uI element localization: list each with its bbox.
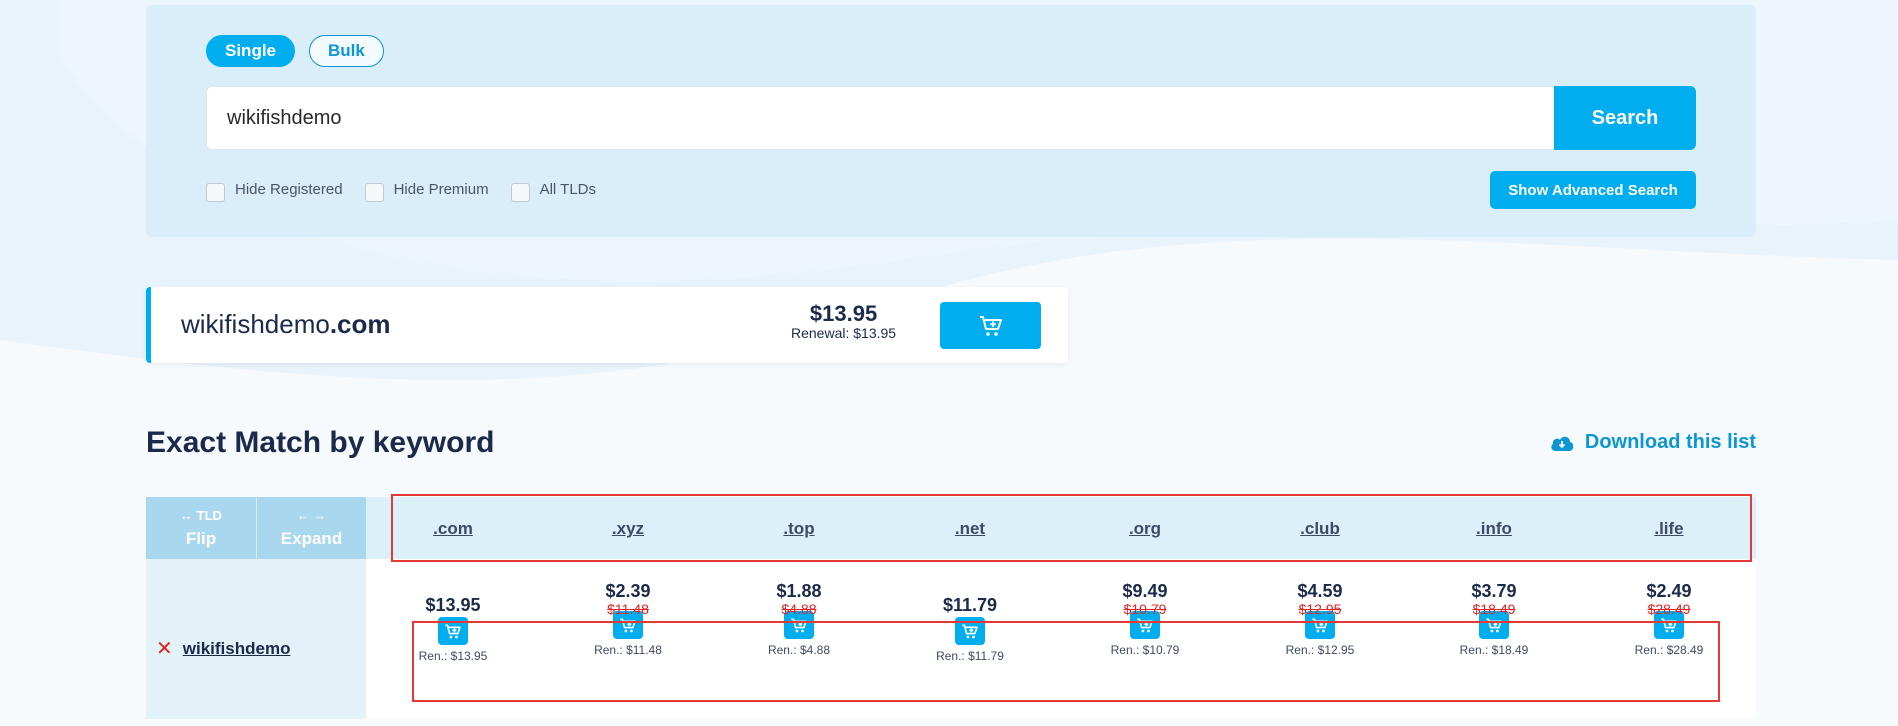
hide-registered-checkbox[interactable] xyxy=(206,183,225,202)
flip-arrows: ↔ TLD xyxy=(180,507,222,523)
tld-column-header[interactable]: .club xyxy=(1250,519,1390,539)
tld-column-header[interactable]: .xyz xyxy=(558,519,698,539)
filters: Hide Registered Hide Premium All TLDs xyxy=(206,177,596,202)
tld-price-cell: $3.79 $18.49 Ren.: $18.49 xyxy=(1424,581,1564,657)
renewal-price: Ren.: $18.49 xyxy=(1459,643,1529,657)
tld-results-table: ↔ TLD Flip ← → Expand ✕ wikifishdemo .co… xyxy=(146,497,1756,719)
tld-header-row: .com .xyz .top .net .org .club .info .life xyxy=(366,497,1756,559)
tld-price-cell: $9.49 $10.79 Ren.: $10.79 xyxy=(1075,581,1215,657)
tld-flip-button[interactable]: ↔ TLD Flip xyxy=(146,497,256,559)
old-price: $10.79 xyxy=(1123,601,1167,617)
old-price: $11.48 xyxy=(607,601,649,617)
add-to-cart-button[interactable] xyxy=(955,617,985,645)
price: $9.49 xyxy=(1122,581,1168,601)
filter-hide-premium[interactable]: Hide Premium xyxy=(364,177,489,202)
cart-plus-icon xyxy=(1486,617,1502,632)
featured-domain-tld: .com xyxy=(329,309,391,339)
expand-label: Expand xyxy=(280,528,343,548)
tld-column-header[interactable]: .top xyxy=(729,519,869,539)
cart-plus-icon xyxy=(1137,617,1153,632)
filter-label: All TLDs xyxy=(539,181,596,198)
download-list-link[interactable]: Download this list xyxy=(1549,431,1756,454)
old-price: $28.49 xyxy=(1647,601,1691,617)
flip-label: Flip xyxy=(185,528,217,548)
price: $4.59 xyxy=(1297,581,1343,601)
price: $1.88 xyxy=(776,581,822,601)
renewal-price: Ren.: $12.95 xyxy=(1285,643,1355,657)
old-price: $4.88 xyxy=(781,601,817,617)
tld-price-cell: $11.79 Ren.: $11.79 xyxy=(900,595,1040,663)
renewal-price: Ren.: $28.49 xyxy=(1634,643,1704,657)
renewal-price: Ren.: $10.79 xyxy=(1110,643,1180,657)
mode-single-button[interactable]: Single xyxy=(206,35,296,67)
cart-plus-icon xyxy=(962,623,978,638)
table-controls: ↔ TLD Flip ← → Expand xyxy=(146,497,366,559)
price: $2.39 xyxy=(605,581,651,601)
tld-price-row: $13.95 Ren.: $13.95 $2.39 $11.48 Ren.: $11.4… xyxy=(366,559,1756,719)
tld-price-cell: $2.39 $11.48 Ren.: $11.48 xyxy=(558,581,698,657)
featured-add-to-cart-button[interactable] xyxy=(940,302,1041,349)
search-button[interactable]: Search xyxy=(1554,86,1696,150)
filter-hide-registered[interactable]: Hide Registered xyxy=(206,177,343,202)
cart-plus-icon xyxy=(620,617,636,632)
featured-renewal: Renewal: $13.95 xyxy=(791,325,897,341)
cart-plus-icon xyxy=(791,617,807,632)
expand-arrows: ← → xyxy=(296,507,327,523)
add-to-cart-button[interactable] xyxy=(438,617,468,645)
tld-price-cell: $4.59 $12.95 Ren.: $12.95 xyxy=(1250,581,1390,657)
download-label: Download this list xyxy=(1584,431,1756,453)
renewal-price: Ren.: $13.95 xyxy=(418,649,488,663)
cart-plus-icon xyxy=(979,315,1002,336)
renewal-price: Ren.: $11.79 xyxy=(936,649,1004,663)
search-row: Search xyxy=(206,86,1696,150)
unavailable-icon: ✕ xyxy=(156,638,173,660)
section-title: Exact Match by keyword xyxy=(146,426,495,459)
tld-price-cell: $2.49 $28.49 Ren.: $28.49 xyxy=(1599,581,1739,657)
price: $11.79 xyxy=(942,595,998,615)
search-input[interactable] xyxy=(206,86,1554,150)
mode-toggle: Single Bulk xyxy=(206,35,384,67)
row-header: ✕ wikifishdemo xyxy=(146,559,366,719)
all-tlds-checkbox[interactable] xyxy=(510,183,530,202)
filter-all-tlds[interactable]: All TLDs xyxy=(510,177,596,202)
hide-premium-checkbox[interactable] xyxy=(364,183,384,202)
search-panel: Single Bulk Search Hide Registered Hide … xyxy=(146,5,1756,237)
featured-price-block: $13.95 Renewal: $13.95 xyxy=(791,301,897,342)
tld-column-header[interactable]: .net xyxy=(900,519,1040,539)
tld-column-header[interactable]: .com xyxy=(383,519,523,539)
filter-label: Hide Registered xyxy=(235,181,343,198)
tld-column-header[interactable]: .life xyxy=(1599,519,1739,539)
price: $3.79 xyxy=(1471,581,1517,601)
tld-column-header[interactable]: .org xyxy=(1075,519,1215,539)
expand-button[interactable]: ← → Expand xyxy=(256,497,366,559)
price: $13.95 xyxy=(425,595,481,615)
show-advanced-search-button[interactable]: Show Advanced Search xyxy=(1490,171,1696,209)
old-price: $18.49 xyxy=(1472,601,1516,617)
tld-price-cell: $1.88 $4.88 Ren.: $4.88 xyxy=(729,581,869,657)
featured-domain-name: wikifishdemo.com xyxy=(181,309,391,340)
renewal-price: Ren.: $4.88 xyxy=(767,643,831,657)
old-price: $12.95 xyxy=(1298,601,1342,617)
price: $2.49 xyxy=(1646,581,1692,601)
cart-plus-icon xyxy=(445,623,461,638)
tld-column-header[interactable]: .info xyxy=(1424,519,1564,539)
renewal-price: Ren.: $11.48 xyxy=(594,643,662,657)
cart-plus-icon xyxy=(1312,617,1328,632)
row-domain-link[interactable]: wikifishdemo xyxy=(183,639,291,659)
row-domain: ✕ wikifishdemo xyxy=(156,636,290,661)
featured-domain-card: wikifishdemo.com $13.95 Renewal: $13.95 xyxy=(146,287,1068,363)
cart-plus-icon xyxy=(1661,617,1677,632)
featured-price: $13.95 xyxy=(809,301,878,326)
mode-bulk-button[interactable]: Bulk xyxy=(309,35,384,67)
cloud-download-icon xyxy=(1551,436,1574,451)
tld-price-cell: $13.95 Ren.: $13.95 xyxy=(383,595,523,663)
featured-domain-sld: wikifishdemo xyxy=(181,309,330,339)
filter-label: Hide Premium xyxy=(393,181,489,198)
